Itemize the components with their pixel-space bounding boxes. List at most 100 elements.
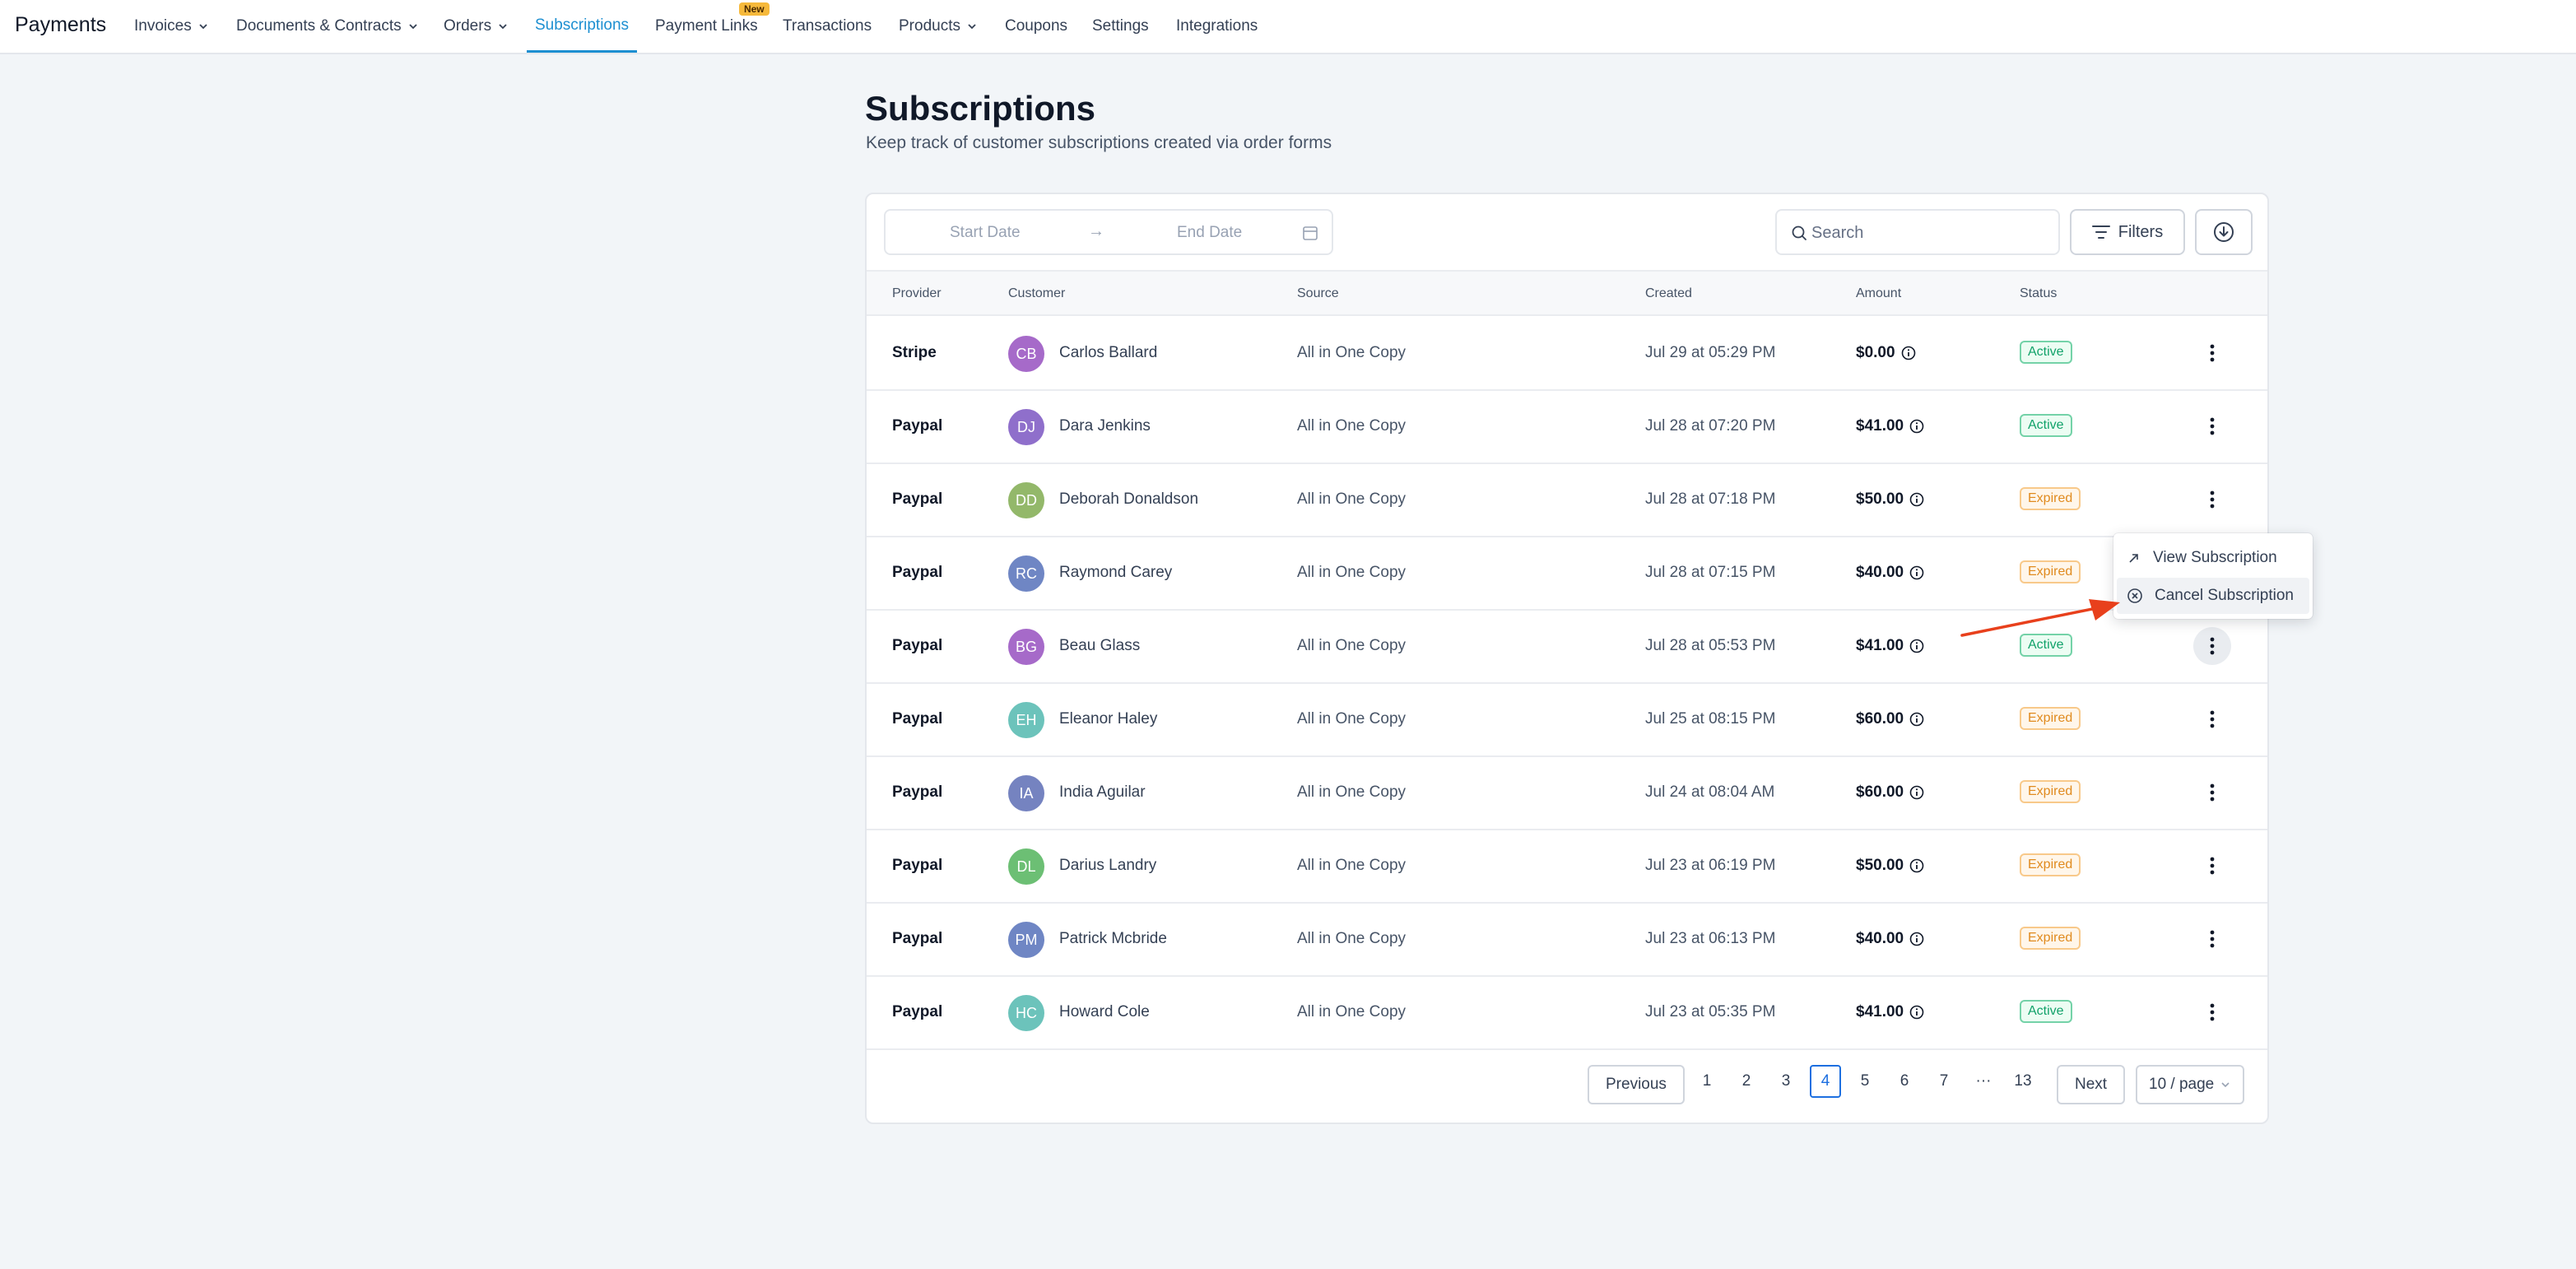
nav-coupons[interactable]: Coupons — [1005, 0, 1067, 53]
download-button[interactable] — [2195, 209, 2253, 255]
more-actions-icon[interactable] — [2193, 481, 2231, 518]
info-icon[interactable] — [1900, 345, 1917, 361]
created-cell: Jul 25 at 08:15 PM — [1645, 710, 1776, 727]
more-actions-icon[interactable] — [2193, 407, 2231, 445]
table-row[interactable]: Paypal DL Darius Landry All in One Copy Jul … — [867, 830, 2267, 904]
customer-name: Raymond Carey — [1059, 564, 1173, 581]
info-icon[interactable] — [1909, 418, 1925, 435]
table-row[interactable]: Paypal HC Howard Cole All in One Copy Jul 23… — [867, 977, 2267, 1050]
info-icon[interactable] — [1909, 1004, 1925, 1020]
table-row[interactable]: Paypal DD Deborah Donaldson All in One Copy… — [867, 464, 2267, 537]
created-cell: Jul 24 at 08:04 AM — [1645, 783, 1775, 801]
nav-payment-links[interactable]: Payment Links New — [655, 0, 770, 53]
source-cell: All in One Copy — [1297, 417, 1407, 435]
brand-title: Payments — [15, 13, 107, 36]
source-cell: All in One Copy — [1297, 490, 1407, 508]
x-circle-icon — [2127, 588, 2142, 603]
page-number-7[interactable]: 7 — [1928, 1065, 1960, 1098]
provider-cell: Stripe — [892, 344, 937, 361]
table-row[interactable]: Stripe CB Carlos Ballard All in One Copy Jul… — [867, 318, 2267, 391]
end-date-input[interactable]: End Date — [1177, 224, 1242, 242]
status-badge: Expired — [2020, 487, 2081, 510]
nav-products[interactable]: Products — [899, 0, 976, 53]
info-icon[interactable] — [1909, 711, 1925, 727]
more-actions-icon[interactable] — [2193, 993, 2231, 1031]
nav-transactions[interactable]: Transactions — [783, 0, 872, 53]
created-cell: Jul 23 at 06:19 PM — [1645, 857, 1776, 874]
page-number-2[interactable]: 2 — [1731, 1065, 1762, 1098]
chevron-down-icon — [199, 24, 207, 30]
source-cell: All in One Copy — [1297, 344, 1407, 361]
info-icon[interactable] — [1909, 858, 1925, 874]
page-subtitle: Keep track of customer subscriptions cre… — [866, 133, 1332, 152]
page-number-5[interactable]: 5 — [1849, 1065, 1881, 1098]
more-actions-icon[interactable] — [2193, 920, 2231, 958]
column-header-source: Source — [1297, 286, 1339, 300]
nav-settings[interactable]: Settings — [1092, 0, 1149, 53]
customer-name: Dara Jenkins — [1059, 417, 1151, 435]
more-actions-icon[interactable] — [2193, 700, 2231, 738]
amount-cell: $40.00 — [1856, 930, 1925, 948]
table-row[interactable]: Paypal IA India Aguilar All in One Copy Jul … — [867, 757, 2267, 830]
previous-page-button[interactable]: Previous — [1588, 1065, 1685, 1104]
avatar: PM — [1008, 922, 1044, 958]
provider-cell: Paypal — [892, 417, 943, 435]
view-subscription-menu-item[interactable]: View Subscription — [2117, 540, 2309, 576]
amount-value: $40.00 — [1856, 564, 1904, 581]
table-row[interactable]: Paypal PM Patrick Mcbride All in One Copy Ju… — [867, 904, 2267, 977]
page-size-select[interactable]: 10 / page — [2136, 1065, 2244, 1104]
status-badge: Active — [2020, 414, 2072, 437]
start-date-input[interactable]: Start Date — [950, 224, 1021, 242]
subscriptions-card: Start Date → End Date Filters Provider — [865, 193, 2269, 1124]
table-row[interactable]: Paypal DJ Dara Jenkins All in One Copy Jul 2… — [867, 391, 2267, 464]
table-row[interactable]: Paypal EH Eleanor Haley All in One Copy Jul … — [867, 684, 2267, 757]
next-page-button[interactable]: Next — [2057, 1065, 2126, 1104]
info-icon[interactable] — [1909, 784, 1925, 801]
search-input[interactable] — [1811, 219, 2050, 247]
info-icon[interactable] — [1909, 491, 1925, 508]
top-navigation: Payments Invoices Documents & Contracts … — [0, 0, 2576, 54]
page-number-4[interactable]: 4 — [1810, 1065, 1841, 1098]
page-number-6[interactable]: 6 — [1889, 1065, 1920, 1098]
date-range-picker[interactable]: Start Date → End Date — [884, 209, 1333, 255]
more-actions-icon[interactable] — [2193, 334, 2231, 372]
page-number-1[interactable]: 1 — [1691, 1065, 1723, 1098]
more-actions-icon[interactable] — [2193, 847, 2231, 885]
filters-label: Filters — [2118, 222, 2164, 241]
page-number-13[interactable]: 13 — [2007, 1065, 2039, 1098]
arrow-right-icon: → — [1088, 222, 1104, 240]
table-row[interactable]: Paypal BG Beau Glass All in One Copy Jul 28 … — [867, 611, 2267, 684]
more-actions-icon[interactable] — [2193, 774, 2231, 811]
info-icon[interactable] — [1909, 638, 1925, 654]
avatar: DL — [1008, 848, 1044, 885]
provider-cell: Paypal — [892, 564, 943, 581]
info-icon[interactable] — [1909, 931, 1925, 947]
nav-integrations[interactable]: Integrations — [1176, 0, 1258, 53]
nav-orders[interactable]: Orders — [444, 0, 507, 53]
more-actions-icon[interactable] — [2193, 627, 2231, 665]
amount-cell: $41.00 — [1856, 417, 1925, 435]
nav-documents-contracts[interactable]: Documents & Contracts — [236, 0, 417, 53]
provider-cell: Paypal — [892, 637, 943, 654]
info-icon[interactable] — [1909, 565, 1925, 581]
avatar: IA — [1008, 775, 1044, 811]
status-badge: Active — [2020, 634, 2072, 657]
provider-cell: Paypal — [892, 930, 943, 947]
cancel-subscription-menu-item[interactable]: Cancel Subscription — [2117, 578, 2309, 614]
nav-invoices[interactable]: Invoices — [134, 0, 207, 53]
avatar: BG — [1008, 629, 1044, 665]
page-number-3[interactable]: 3 — [1770, 1065, 1802, 1098]
avatar: DJ — [1008, 409, 1044, 445]
status-badge: Expired — [2020, 560, 2081, 583]
search-box[interactable] — [1775, 209, 2060, 255]
source-cell: All in One Copy — [1297, 564, 1407, 581]
table-header: Provider Customer Source Created Amount … — [867, 270, 2267, 316]
nav-subscriptions[interactable]: Subscriptions — [527, 0, 638, 53]
filters-button[interactable]: Filters — [2070, 209, 2185, 255]
created-cell: Jul 28 at 07:18 PM — [1645, 490, 1776, 508]
avatar: DD — [1008, 482, 1044, 518]
status-badge: Expired — [2020, 853, 2081, 876]
table-row[interactable]: Paypal RC Raymond Carey All in One Copy Jul … — [867, 537, 2267, 611]
chevron-down-icon — [409, 24, 417, 30]
amount-cell: $60.00 — [1856, 710, 1925, 728]
